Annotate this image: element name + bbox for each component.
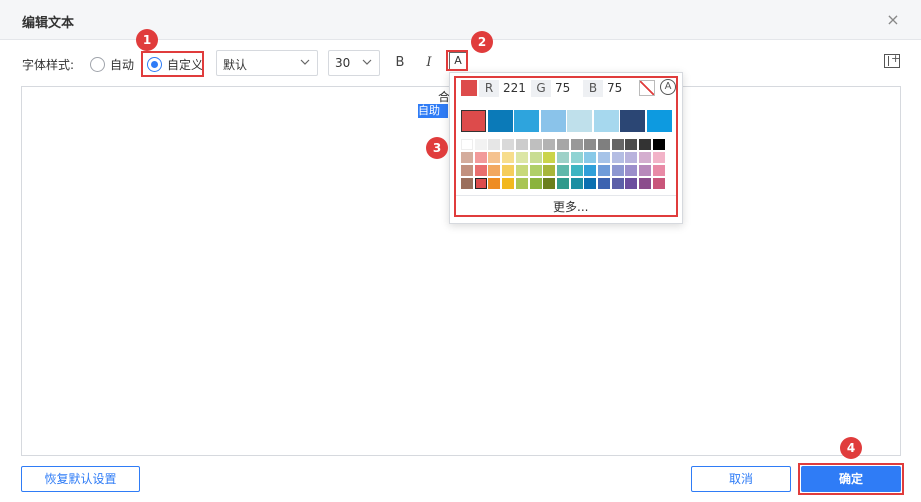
bold-button[interactable]: B (390, 53, 410, 73)
dialog-title: 编辑文本 (22, 16, 75, 31)
step-badge-2: 2 (471, 31, 493, 53)
chevron-down-icon (300, 59, 310, 65)
chevron-down-icon (362, 59, 372, 65)
highlight-box-picker (454, 76, 678, 217)
radio-auto-label: 自动 (110, 57, 135, 72)
editor-selected-text: 自助 (418, 104, 448, 118)
font-size-select[interactable]: 30 (328, 50, 380, 76)
highlight-box-confirm (798, 463, 904, 495)
restore-default-button[interactable]: 恢复默认设置 (21, 466, 140, 492)
panel-toggle-icon[interactable] (884, 52, 900, 68)
step-badge-4: 4 (840, 437, 862, 459)
font-style-label: 字体样式: (22, 58, 75, 72)
font-family-select[interactable]: 默认 (216, 50, 318, 76)
font-size-value: 30 (335, 56, 351, 70)
close-icon[interactable]: × (884, 11, 902, 29)
highlight-box-font-color (446, 50, 468, 71)
step-badge-1: 1 (136, 29, 158, 51)
radio-auto[interactable]: 自动 (90, 53, 134, 75)
font-family-value: 默认 (223, 58, 248, 72)
highlight-box-custom (141, 51, 204, 77)
step-badge-3: 3 (426, 137, 448, 159)
cancel-button[interactable]: 取消 (691, 466, 791, 492)
radio-auto-circle[interactable] (90, 56, 105, 72)
italic-button[interactable]: I (419, 53, 439, 73)
